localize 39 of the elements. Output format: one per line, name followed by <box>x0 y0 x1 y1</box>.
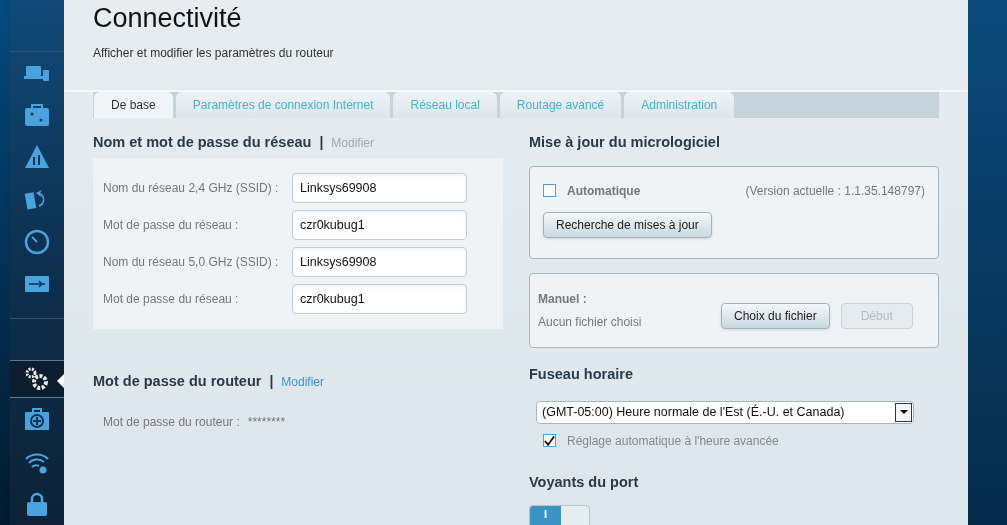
first-aid-kit-icon <box>24 406 50 433</box>
choose-file-button[interactable]: Choix du fichier <box>721 303 830 330</box>
dropdown-caret-icon <box>895 402 912 422</box>
section-title: Nom et mot de passe du réseau <box>93 133 312 152</box>
lock-icon <box>24 490 50 517</box>
page-subtitle: Afficher et modifier les paramètres du routeur <box>93 45 335 62</box>
check-icon <box>544 434 555 447</box>
separator: | <box>269 372 274 392</box>
input-field[interactable]: Linksys69908 <box>292 246 467 277</box>
time-zone-select[interactable]: (GMT-05:00) Heure normale de l'Est (É.-U. et Canada) <box>536 400 914 424</box>
tab[interactable]: De base <box>94 92 173 118</box>
input-field[interactable]: Linksys69908 <box>292 172 467 203</box>
field-label: Nom du réseau 5,0 GHz (SSID) : <box>103 253 280 271</box>
briefcase-icon <box>24 102 50 129</box>
password-value: ******** <box>247 413 286 431</box>
gauge-icon <box>24 228 50 255</box>
field-label: Mot de passe du routeur : <box>103 413 240 431</box>
section-title: Mot de passe du routeur <box>93 371 262 391</box>
section-title: Voyants du port <box>529 472 640 492</box>
warning-triangle-icon <box>24 144 50 171</box>
checkbox[interactable] <box>543 434 556 447</box>
checkbox-label: Automatique <box>567 182 641 200</box>
file-status: Aucun fichier choisi <box>538 313 643 331</box>
input-field[interactable]: czr0kubug1 <box>292 283 467 314</box>
manual-label: Manuel : <box>538 290 588 308</box>
field-label: Mot de passe du réseau : <box>103 216 240 234</box>
input-field[interactable]: czr0kubug1 <box>292 209 467 240</box>
checkbox[interactable] <box>543 184 556 198</box>
page-title: Connectivité <box>93 2 243 35</box>
section-title: Fuseau horaire <box>529 364 634 384</box>
field-label: Nom du réseau 2,4 GHz (SSID) : <box>103 179 280 197</box>
checkbox-label: Réglage automatique à l'heure avancée <box>567 432 779 450</box>
gears-icon <box>24 366 50 393</box>
sidebar-item[interactable] <box>10 360 64 399</box>
check-updates-button[interactable]: Recherche de mises à jour <box>543 211 712 238</box>
separator: | <box>319 133 324 153</box>
section-title: Mise à jour du micrologiciel <box>529 133 721 152</box>
field-label: Mot de passe du réseau : <box>103 290 240 308</box>
version-text: (Version actuelle : 1.1.35.148797) <box>745 182 925 200</box>
